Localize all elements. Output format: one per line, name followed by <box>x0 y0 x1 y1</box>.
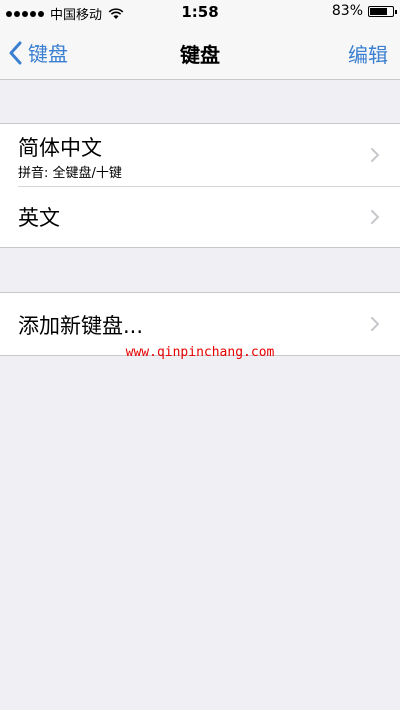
battery-icon <box>368 5 397 17</box>
back-button-label: 键盘 <box>28 42 68 66</box>
watermark-text: www.qinpinchang.com <box>125 345 275 360</box>
keyboard-item-title: 简体中文 <box>18 136 102 160</box>
edit-button[interactable]: 编辑 <box>348 39 388 68</box>
keyboards-list: 简体中文 拼音: 全键盘/十键 英文 <box>0 123 400 248</box>
keyboard-item-title: 英文 <box>18 206 60 230</box>
navigation-bar: 键盘 键盘 编辑 <box>0 26 400 80</box>
chevron-right-icon <box>371 210 379 224</box>
keyboard-item-english[interactable]: 英文 <box>0 186 400 247</box>
status-bar: 中国移动 1:58 83% <box>0 0 400 26</box>
status-right: 83% <box>331 3 397 19</box>
add-keyboard-label: 添加新键盘... <box>18 314 144 338</box>
back-button[interactable]: 键盘 <box>8 38 68 67</box>
keyboard-item-subtitle: 拼音: 全键盘/十键 <box>18 166 122 181</box>
battery-percent: 83% <box>331 3 363 19</box>
battery-fill <box>370 7 387 15</box>
chevron-right-icon <box>371 148 379 162</box>
keyboard-item-simplified-chinese[interactable]: 简体中文 拼音: 全键盘/十键 <box>0 124 400 186</box>
chevron-left-icon <box>9 41 22 64</box>
chevron-right-icon <box>371 317 379 331</box>
